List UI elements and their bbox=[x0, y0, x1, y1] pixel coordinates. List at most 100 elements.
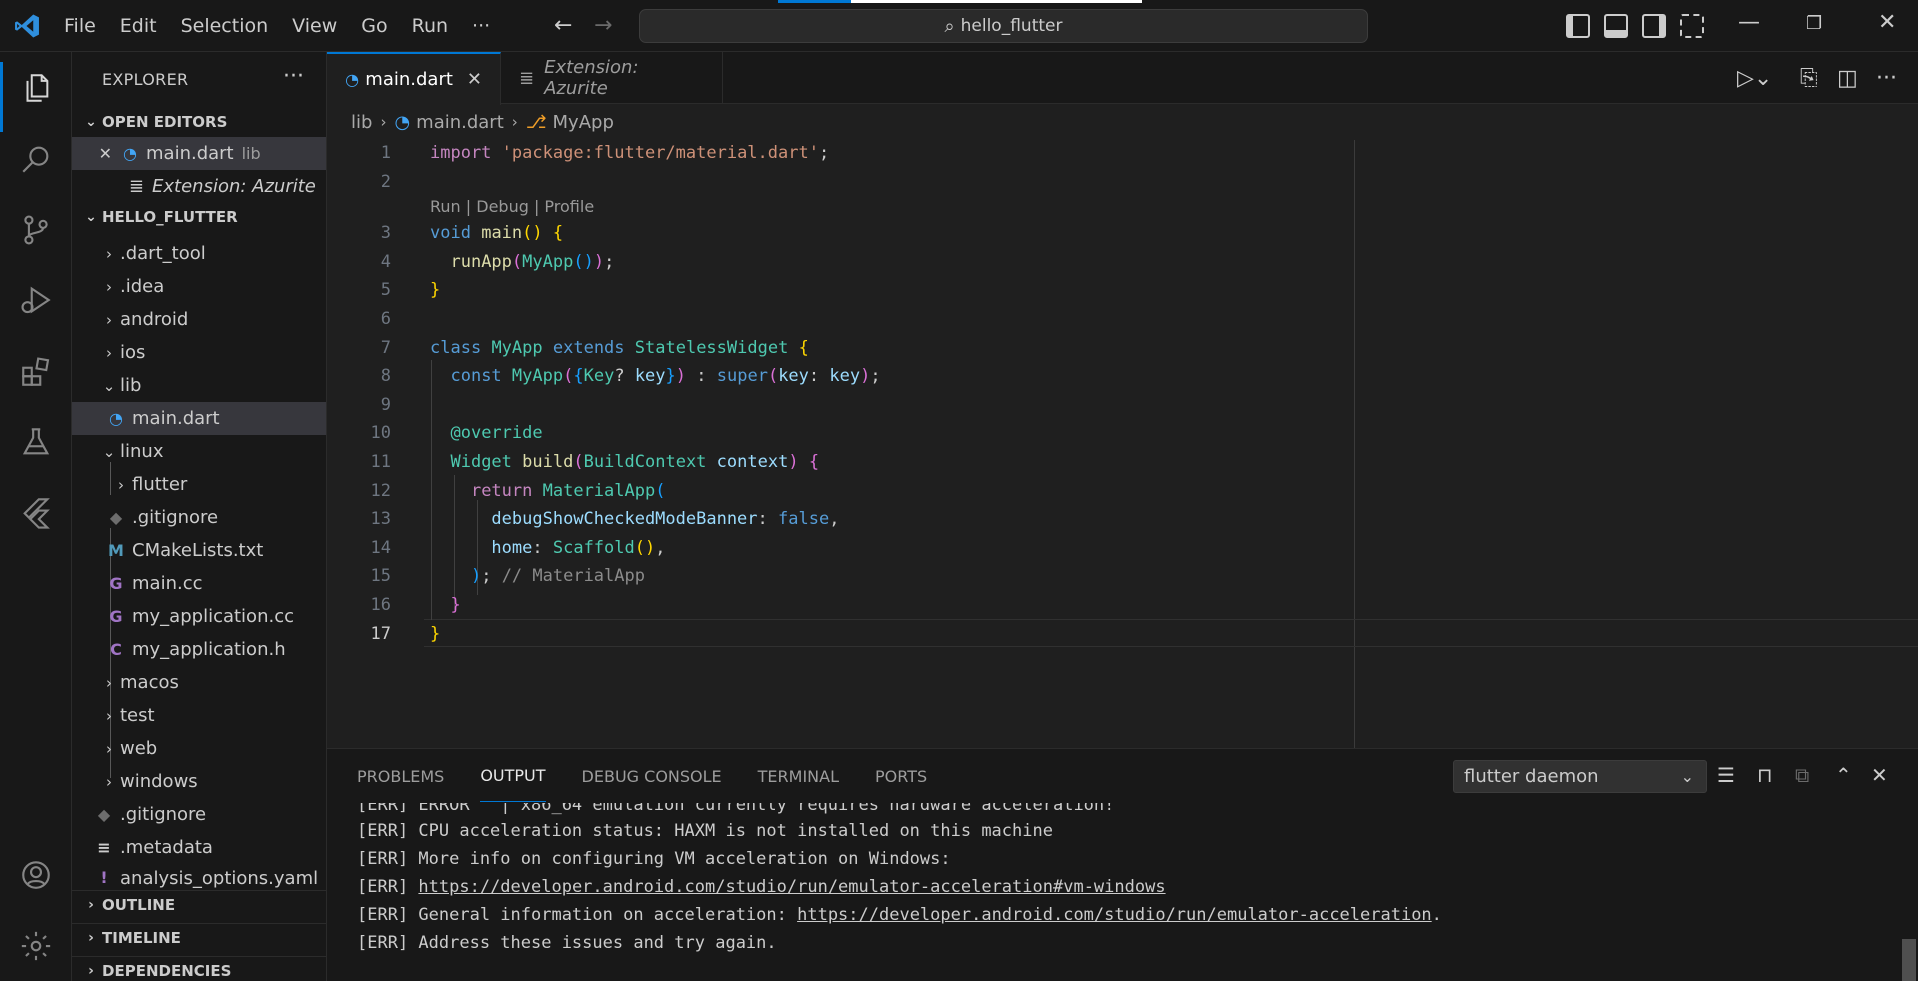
open-device-icon[interactable]: ⎘ bbox=[1800, 66, 1818, 91]
tree-label: .idea bbox=[120, 276, 165, 297]
file-main-cc[interactable]: Gmain.cc bbox=[72, 567, 326, 600]
breadcrumb-myapp[interactable]: MyApp bbox=[553, 112, 614, 133]
minimize-icon[interactable]: — bbox=[1738, 10, 1760, 35]
close-tab-icon[interactable]: ✕ bbox=[467, 69, 482, 90]
code-editor[interactable]: 1 2 3 4 5 6 7 8 9 10 11 12 13 14 15 16 1… bbox=[327, 140, 1918, 748]
testing-flask-icon[interactable] bbox=[18, 424, 54, 460]
code-line: home: Scaffold(), bbox=[491, 538, 666, 558]
close-window-icon[interactable]: ✕ bbox=[1878, 10, 1896, 35]
output-link[interactable]: https://developer.android.com/studio/run… bbox=[797, 905, 1432, 925]
menu-bar: File Edit Selection View Go Run ··· bbox=[52, 0, 502, 52]
toggle-primary-sidebar-icon[interactable] bbox=[1566, 14, 1590, 38]
code-line: Widget build(BuildContext context) { bbox=[450, 452, 820, 472]
copy-icon[interactable]: ⧉ bbox=[1795, 763, 1809, 787]
file-main-dart[interactable]: ◔ main.dart bbox=[72, 402, 326, 435]
folder-idea[interactable]: › .idea bbox=[72, 270, 326, 303]
clear-output-icon[interactable]: ☰ bbox=[1717, 763, 1735, 787]
run-debug-dropdown-icon[interactable]: ▷⌄ bbox=[1737, 66, 1772, 91]
code-line: const MyApp({Key? key}) : super(key: key… bbox=[450, 366, 881, 386]
open-editor-main-dart[interactable]: ✕ ◔ main.dart lib bbox=[72, 137, 326, 170]
flutter-icon[interactable] bbox=[18, 494, 54, 530]
settings-gear-icon[interactable] bbox=[18, 928, 54, 964]
toggle-secondary-sidebar-icon[interactable] bbox=[1642, 14, 1666, 38]
editor-more-actions-icon[interactable]: ··· bbox=[1876, 66, 1897, 91]
search-activity-icon[interactable] bbox=[18, 141, 54, 177]
breadcrumb-main-dart[interactable]: main.dart bbox=[416, 112, 504, 133]
vscode-logo-icon[interactable] bbox=[14, 13, 40, 39]
menu-edit[interactable]: Edit bbox=[108, 15, 169, 37]
customize-layout-icon[interactable] bbox=[1680, 14, 1704, 38]
back-arrow-icon[interactable]: ← bbox=[554, 13, 572, 38]
file-gitignore-root[interactable]: ◆ .gitignore bbox=[72, 798, 326, 831]
open-editors-header[interactable]: ⌄ OPEN EDITORS bbox=[72, 108, 326, 136]
tab-output[interactable]: OUTPUT bbox=[480, 749, 546, 802]
panel-scrollbar[interactable] bbox=[1902, 939, 1916, 981]
code-line: } bbox=[430, 280, 441, 300]
chevron-down-icon: ⌄ bbox=[102, 442, 116, 461]
explorer-icon[interactable] bbox=[18, 70, 54, 106]
tab-extension-azurite[interactable]: ≣ Extension: Azurite bbox=[501, 52, 723, 104]
file-analysis-options[interactable]: ! analysis_options.yaml bbox=[72, 864, 326, 890]
tab-ports[interactable]: PORTS bbox=[875, 749, 927, 803]
outline-header[interactable]: › OUTLINE bbox=[72, 890, 326, 918]
menu-go[interactable]: Go bbox=[349, 15, 399, 37]
breadcrumb-lib[interactable]: lib bbox=[351, 112, 372, 133]
accounts-icon[interactable] bbox=[18, 857, 54, 893]
file-metadata[interactable]: ≡ .metadata bbox=[72, 831, 326, 864]
folder-flutter[interactable]: › flutter bbox=[72, 468, 326, 501]
tab-debug-console[interactable]: DEBUG CONSOLE bbox=[582, 749, 722, 803]
open-editor-azurite[interactable]: ≣ Extension: Azurite bbox=[72, 170, 326, 203]
dependencies-header[interactable]: › DEPENDENCIES bbox=[72, 956, 326, 981]
folder-macos[interactable]: › macos bbox=[72, 666, 326, 699]
restore-icon[interactable]: ❐ bbox=[1806, 13, 1822, 34]
chevron-right-icon: › bbox=[88, 929, 94, 946]
folder-lib[interactable]: ⌄ lib bbox=[72, 369, 326, 402]
file-cmakelists[interactable]: M CMakeLists.txt bbox=[72, 534, 326, 567]
output-channel-select[interactable]: flutter daemon ⌄ bbox=[1453, 760, 1707, 793]
activity-bar bbox=[0, 52, 72, 981]
timeline-header[interactable]: › TIMELINE bbox=[72, 923, 326, 951]
split-editor-icon[interactable]: ◫ bbox=[1837, 66, 1858, 91]
more-actions-icon[interactable]: ··· bbox=[283, 64, 304, 89]
tab-main-dart[interactable]: ◔ main.dart ✕ bbox=[327, 52, 501, 105]
tab-terminal[interactable]: TERMINAL bbox=[758, 749, 839, 803]
output-log[interactable]: [ERR] ERROR | x86_64 emulation currently… bbox=[357, 803, 1897, 981]
file-my-application-h[interactable]: Cmy_application.h bbox=[72, 633, 326, 666]
folder-web[interactable]: › web bbox=[72, 732, 326, 765]
code-line: return MaterialApp( bbox=[470, 481, 666, 501]
tree-label: my_application.cc bbox=[132, 606, 294, 627]
folder-linux[interactable]: ⌄ linux bbox=[72, 435, 326, 468]
menu-file[interactable]: File bbox=[52, 15, 108, 37]
file-my-application-cc[interactable]: Gmy_application.cc bbox=[72, 600, 326, 633]
folder-windows[interactable]: › windows bbox=[72, 765, 326, 798]
extensions-icon[interactable] bbox=[18, 354, 54, 390]
menu-run[interactable]: Run bbox=[400, 15, 460, 37]
close-panel-icon[interactable]: ✕ bbox=[1871, 763, 1888, 787]
lock-scroll-icon[interactable]: ⊓ bbox=[1757, 763, 1773, 787]
output-link[interactable]: https://developer.android.com/studio/run… bbox=[418, 877, 1165, 897]
folder-dart-tool[interactable]: › .dart_tool bbox=[72, 237, 326, 270]
forward-arrow-icon[interactable]: → bbox=[594, 13, 612, 38]
toggle-panel-icon[interactable] bbox=[1604, 14, 1628, 38]
code-line: debugShowCheckedModeBanner: false, bbox=[491, 509, 840, 529]
folder-test[interactable]: › test bbox=[72, 699, 326, 732]
project-header[interactable]: ⌄ HELLO_FLUTTER bbox=[72, 203, 326, 231]
run-debug-icon[interactable] bbox=[18, 282, 54, 318]
folder-ios[interactable]: › ios bbox=[72, 336, 326, 369]
tree-label: windows bbox=[120, 771, 198, 792]
codelens-run-debug-profile[interactable]: Run | Debug | Profile bbox=[430, 197, 594, 216]
menu-selection[interactable]: Selection bbox=[169, 15, 281, 37]
close-icon[interactable]: ✕ bbox=[72, 144, 112, 163]
command-center-search[interactable]: ⌕ hello_flutter bbox=[639, 9, 1368, 43]
file-gitignore-linux[interactable]: ◆ .gitignore bbox=[72, 501, 326, 534]
chevron-right-icon: › bbox=[88, 962, 94, 979]
menu-more[interactable]: ··· bbox=[460, 15, 502, 37]
folder-android[interactable]: › android bbox=[72, 303, 326, 336]
tab-problems[interactable]: PROBLEMS bbox=[357, 749, 444, 803]
source-control-icon[interactable] bbox=[18, 212, 54, 248]
menu-view[interactable]: View bbox=[280, 15, 349, 37]
tree-label: ios bbox=[120, 342, 146, 363]
output-line: [ERR] General information on acceleratio… bbox=[357, 905, 1442, 925]
maximize-panel-icon[interactable]: ⌃ bbox=[1835, 763, 1852, 787]
dependencies-title: DEPENDENCIES bbox=[102, 961, 232, 980]
